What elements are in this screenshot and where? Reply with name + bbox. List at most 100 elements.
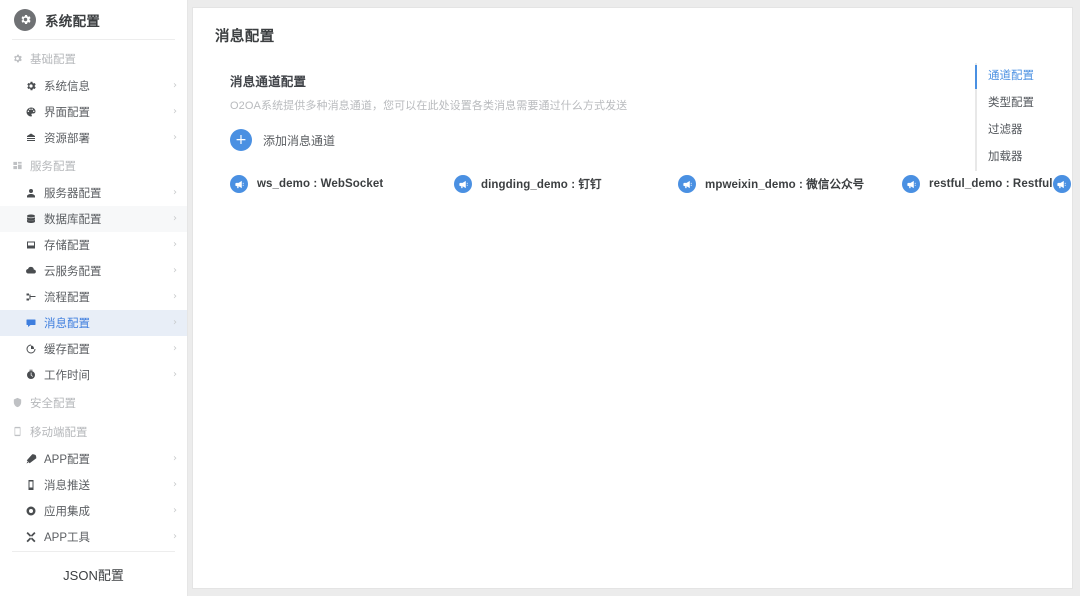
sidebar-item-1-5[interactable]: 消息配置 › <box>0 310 187 336</box>
channel-config-section: 消息通道配置 O2OA系统提供多种消息通道，您可以在此处设置各类消息需要通过什么… <box>230 71 1071 200</box>
server-group-icon <box>11 160 23 172</box>
chevron-right-icon: › <box>173 317 177 328</box>
channel-item[interactable]: jdbc_demo : JDBC <box>1052 168 1072 200</box>
sidebar-item-0-0[interactable]: 系统信息 › <box>0 73 187 99</box>
sidebar-item-label: 工作时间 <box>44 370 90 382</box>
sidebar-title: 系统配置 <box>45 13 101 29</box>
chevron-right-icon: › <box>173 80 177 91</box>
sidebar-group-2: 安全配置 <box>0 388 187 417</box>
sidebar-group-0: 基础配置 <box>0 44 187 73</box>
chevron-right-icon: › <box>173 479 177 490</box>
main-wrapper: 消息配置 消息通道配置 O2OA系统提供多种消息通道，您可以在此处设置各类消息需… <box>188 0 1080 596</box>
channel-list: ws_demo : WebSocket dingding_demo : 钉钉 mpw… <box>230 168 1071 200</box>
push-icon <box>24 479 37 492</box>
sidebar-item-1-6[interactable]: 缓存配置 › <box>0 336 187 362</box>
sidebar-item-3-2[interactable]: 应用集成 › <box>0 498 187 524</box>
anchor-active-indicator <box>975 65 977 89</box>
gear-icon <box>11 53 23 65</box>
sidebar-item-label: 服务器配置 <box>44 188 102 200</box>
channel-label: restful_demo : Restful <box>929 178 1053 190</box>
server-icon <box>24 187 37 200</box>
message-icon <box>24 317 37 330</box>
chevron-right-icon: › <box>173 187 177 198</box>
sidebar-item-label: 资源部署 <box>44 133 90 145</box>
sidebar-item-0-2[interactable]: 资源部署 › <box>0 125 187 151</box>
sidebar-item-label: 缓存配置 <box>44 344 90 356</box>
section-title: 消息通道配置 <box>230 75 307 89</box>
shield-icon <box>11 397 23 409</box>
anchor-nav-item-2[interactable]: 过滤器 <box>988 117 1034 144</box>
sidebar-group-label: 基础配置 <box>30 53 76 66</box>
sidebar-group-label: 服务配置 <box>30 160 76 173</box>
chevron-right-icon: › <box>173 369 177 380</box>
sidebar-group-label: 安全配置 <box>30 397 76 410</box>
sidebar-item-1-4[interactable]: 流程配置 › <box>0 284 187 310</box>
sidebar-item-label: 消息配置 <box>44 318 90 330</box>
message-channel-icon <box>678 175 696 193</box>
database-icon <box>24 213 37 226</box>
chevron-right-icon: › <box>173 132 177 143</box>
storage-icon <box>24 239 37 252</box>
anchor-nav-item-1[interactable]: 类型配置 <box>988 90 1034 117</box>
clock-icon <box>24 369 37 382</box>
sidebar-item-0-1[interactable]: 界面配置 › <box>0 99 187 125</box>
chevron-right-icon: › <box>173 531 177 542</box>
chevron-right-icon: › <box>173 343 177 354</box>
chevron-right-icon: › <box>173 453 177 464</box>
channel-item[interactable]: mpweixin_demo : 微信公众号 <box>678 168 864 200</box>
chevron-right-icon: › <box>173 291 177 302</box>
anchor-nav-item-3[interactable]: 加载器 <box>988 144 1034 171</box>
sidebar-item-1-7[interactable]: 工作时间 › <box>0 362 187 388</box>
tools-icon <box>24 531 37 544</box>
sidebar-group-3: 移动端配置 <box>0 417 187 446</box>
sidebar-item-label: 流程配置 <box>44 292 90 304</box>
mobile-icon <box>11 426 23 438</box>
add-message-channel-button[interactable]: + 添加消息通道 <box>230 129 335 151</box>
cloud-icon <box>24 265 37 278</box>
chevron-right-icon: › <box>173 239 177 250</box>
sidebar-item-label: 应用集成 <box>44 506 90 518</box>
deploy-icon <box>24 132 37 145</box>
channel-label: dingding_demo : 钉钉 <box>481 179 602 191</box>
sidebar-item-label: APP工具 <box>44 532 91 544</box>
sidebar: 系统配置 基础配置 系统信息 › 界面配置 › 资源部署 › 服务配置 服务器配置 › 数据库配置 ›… <box>0 0 188 596</box>
rocket-icon <box>24 453 37 466</box>
sidebar-header: 系统配置 <box>0 0 187 39</box>
chevron-right-icon: › <box>173 265 177 276</box>
plus-icon: + <box>230 129 252 151</box>
anchor-nav-item-0[interactable]: 通道配置 <box>988 63 1034 90</box>
sidebar-nav: 基础配置 系统信息 › 界面配置 › 资源部署 › 服务配置 服务器配置 › 数据库配置 › 存储配置 ›… <box>0 40 187 551</box>
channel-item[interactable]: restful_demo : Restful <box>902 168 1053 200</box>
sidebar-item-1-2[interactable]: 存储配置 › <box>0 232 187 258</box>
sidebar-item-3-1[interactable]: 消息推送 › <box>0 472 187 498</box>
chevron-right-icon: › <box>173 505 177 516</box>
palette-icon <box>24 106 37 119</box>
sidebar-item-1-3[interactable]: 云服务配置 › <box>0 258 187 284</box>
flow-icon <box>24 291 37 304</box>
message-channel-icon <box>902 175 920 193</box>
gear-icon <box>14 8 36 31</box>
sidebar-item-1-0[interactable]: 服务器配置 › <box>0 180 187 206</box>
chevron-right-icon: › <box>173 106 177 117</box>
anchor-nav: 通道配置 类型配置 过滤器 加载器 <box>975 63 1034 171</box>
message-channel-icon <box>454 175 472 193</box>
channel-item[interactable]: dingding_demo : 钉钉 <box>454 168 602 200</box>
integration-icon <box>24 505 37 518</box>
sidebar-item-1-1[interactable]: 数据库配置 › <box>0 206 187 232</box>
json-config-button[interactable]: JSON配置 <box>0 552 187 596</box>
sidebar-item-label: 界面配置 <box>44 107 90 119</box>
message-channel-icon <box>1052 175 1071 193</box>
section-description: O2OA系统提供多种消息通道，您可以在此处设置各类消息需要通过什么方式发送 <box>230 100 628 112</box>
sidebar-item-3-0[interactable]: APP配置 › <box>0 446 187 472</box>
sidebar-item-label: 数据库配置 <box>44 214 102 226</box>
cache-icon <box>24 343 37 356</box>
channel-label: mpweixin_demo : 微信公众号 <box>705 179 865 191</box>
sidebar-group-label: 移动端配置 <box>30 426 88 439</box>
message-channel-icon <box>230 175 248 193</box>
channel-item[interactable]: ws_demo : WebSocket <box>230 168 383 200</box>
sidebar-item-3-3[interactable]: APP工具 › <box>0 524 187 550</box>
sidebar-item-label: 消息推送 <box>44 480 90 492</box>
content-panel: 消息配置 消息通道配置 O2OA系统提供多种消息通道，您可以在此处设置各类消息需… <box>192 7 1073 589</box>
app-root: 系统配置 基础配置 系统信息 › 界面配置 › 资源部署 › 服务配置 服务器配置 › 数据库配置 ›… <box>0 0 1080 596</box>
sidebar-item-label: APP配置 <box>44 454 91 466</box>
